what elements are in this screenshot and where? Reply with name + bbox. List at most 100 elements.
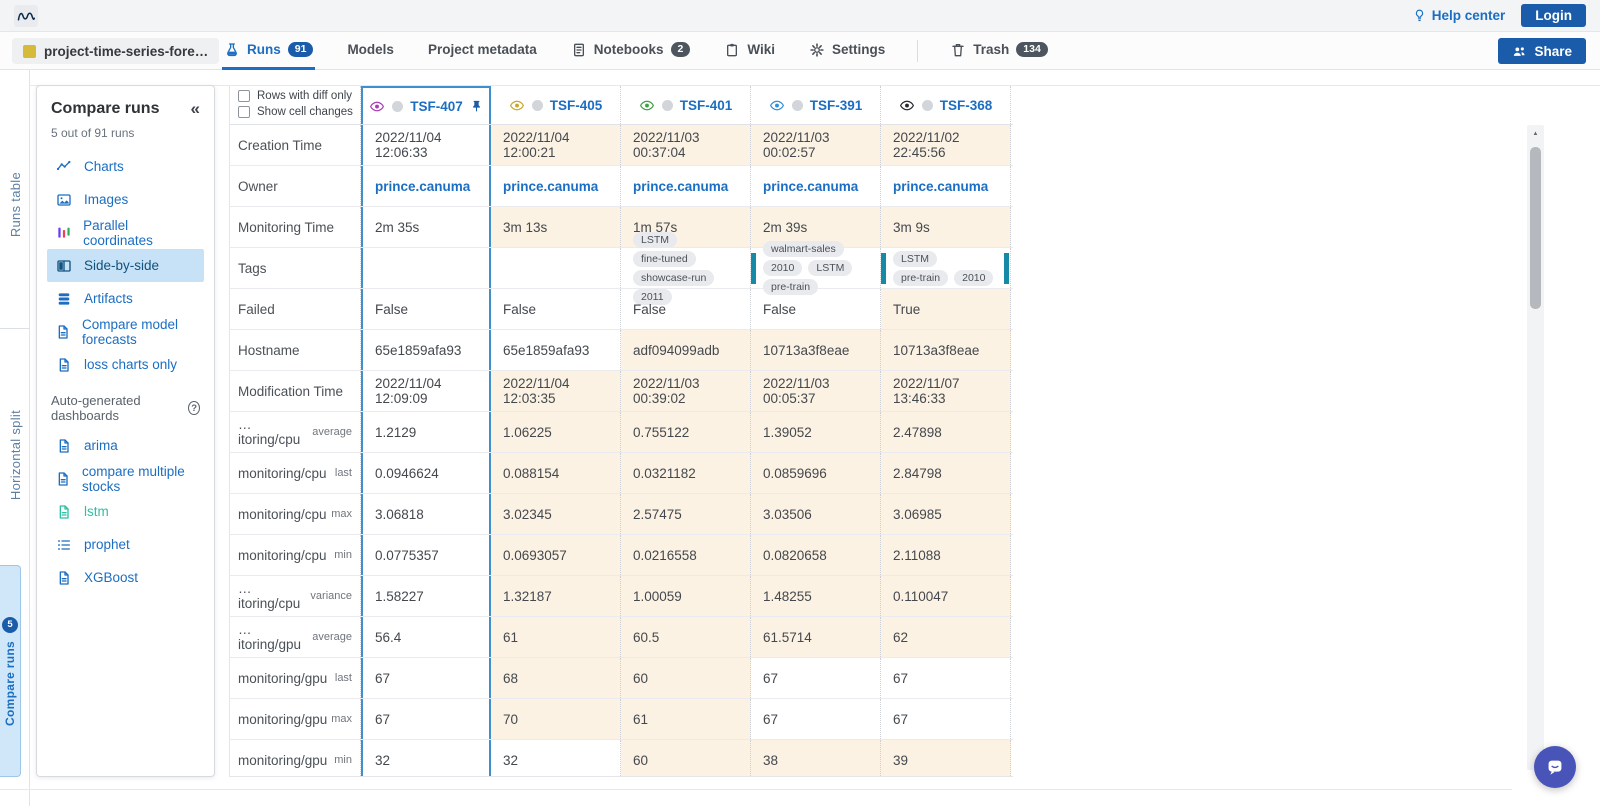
- tab-notebooks[interactable]: Notebooks 2: [569, 32, 693, 70]
- run-column-header-tsf-405: TSF-405: [491, 86, 621, 124]
- view-item-images[interactable]: Images: [47, 183, 204, 216]
- login-button[interactable]: Login: [1521, 4, 1586, 27]
- cell-value: 0.0946624: [375, 465, 439, 481]
- eye-visibility-icon[interactable]: [769, 98, 785, 113]
- tag-chip[interactable]: walmart-sales: [763, 241, 844, 257]
- row-label: …itoring/gpu: [238, 622, 302, 652]
- tag-overflow-scrollbar[interactable]: [881, 253, 886, 284]
- rows-with-diff-checkbox[interactable]: [238, 90, 250, 102]
- item-label: Compare model forecasts: [82, 316, 179, 347]
- value-cell-tsf-401: 0.0321182: [621, 453, 751, 493]
- pin-icon[interactable]: [470, 99, 483, 113]
- dashboard-item-compare-multiple-stocks[interactable]: compare multiple stocks: [47, 462, 204, 495]
- value-cell-tsf-368: 67: [881, 699, 1011, 739]
- chat-launcher-button[interactable]: [1534, 746, 1576, 788]
- cell-value: 1.06225: [503, 424, 552, 440]
- row-label: Modification Time: [238, 383, 344, 399]
- tab-label: Trash: [973, 42, 1010, 57]
- tab-label: Project metadata: [427, 42, 537, 57]
- eye-visibility-icon[interactable]: [899, 98, 915, 113]
- owner-link[interactable]: prince.canuma: [633, 179, 728, 194]
- tag-chip[interactable]: LSTM: [808, 260, 853, 276]
- tag-chip[interactable]: fine-tuned: [633, 250, 696, 267]
- tag-chip[interactable]: 2010: [763, 260, 803, 276]
- cell-value: 10713a3f8eae: [893, 342, 980, 358]
- value-cell-tsf-368: prince.canuma: [881, 166, 1011, 206]
- tab-settings[interactable]: Settings: [807, 32, 887, 70]
- people-icon: [1512, 45, 1527, 58]
- owner-link[interactable]: prince.canuma: [503, 179, 598, 194]
- table-row--itoring-cpu: …itoring/cpu average 1.2129 1.06225 0.755122…: [230, 412, 1013, 453]
- share-button[interactable]: Share: [1498, 38, 1586, 64]
- doc-icon: [55, 324, 71, 340]
- view-item-artifacts[interactable]: Artifacts: [47, 282, 204, 315]
- cell-value: 0.0321182: [633, 465, 696, 481]
- view-item-side-by-side[interactable]: Side-by-side: [47, 249, 204, 282]
- run-id-link[interactable]: TSF-407: [410, 99, 463, 114]
- tab-models[interactable]: Models: [345, 32, 396, 70]
- help-question-icon[interactable]: ?: [188, 401, 200, 415]
- value-cell-tsf-407: 67: [361, 699, 491, 739]
- tab-wiki[interactable]: Wiki: [722, 32, 777, 70]
- row-label: monitoring/gpu: [238, 670, 328, 686]
- eye-visibility-icon[interactable]: [509, 98, 525, 113]
- collapse-panel-icon[interactable]: «: [191, 99, 200, 119]
- view-item-charts[interactable]: Charts: [47, 150, 204, 183]
- cell-value: 2022/11/03 00:05:37: [763, 376, 830, 406]
- owner-link[interactable]: prince.canuma: [763, 179, 858, 194]
- run-status-dot: [531, 99, 543, 111]
- tab-runs[interactable]: Runs 91: [222, 32, 316, 70]
- run-id-link[interactable]: TSF-368: [940, 98, 993, 113]
- dashboard-item-prophet[interactable]: prophet: [47, 528, 204, 561]
- view-item-compare-model-forecasts[interactable]: Compare model forecasts: [47, 315, 204, 348]
- rows-with-diff-label: Rows with diff only: [257, 90, 353, 102]
- value-cell-tsf-368: 39: [881, 740, 1011, 776]
- value-cell-tsf-407: 2022/11/04 12:06:33: [361, 125, 491, 165]
- dashboard-item-arima[interactable]: arima: [47, 429, 204, 462]
- cell-value: 2022/11/04 12:03:35: [503, 376, 570, 406]
- tag-chip[interactable]: 2010: [954, 269, 994, 286]
- table-row--itoring-gpu: …itoring/gpu average 56.4 61 60.5 61.5714 62: [230, 617, 1013, 658]
- vertical-scrollbar[interactable]: ▲: [1527, 125, 1544, 770]
- value-cell-tsf-368: 2.11088: [881, 535, 1011, 575]
- value-cell-tsf-368: LSTM pre-train 2010: [881, 248, 1011, 288]
- value-cell-tsf-407: 32: [361, 740, 491, 776]
- tab-trash[interactable]: Trash 134: [948, 32, 1050, 70]
- run-id-link[interactable]: TSF-405: [550, 98, 603, 113]
- view-item-parallel-coordinates[interactable]: Parallel coordinates: [47, 216, 204, 249]
- owner-link[interactable]: prince.canuma: [893, 179, 988, 194]
- tab-divider: [917, 40, 919, 62]
- tag-chip[interactable]: pre-train: [893, 269, 949, 286]
- tab-project-metadata[interactable]: Project metadata: [426, 32, 539, 70]
- tag-chip[interactable]: showcase-run: [633, 269, 715, 286]
- cell-value: 70: [503, 711, 519, 727]
- owner-link[interactable]: prince.canuma: [375, 179, 470, 194]
- rail-tab-horizontal-split[interactable]: Horizontal split: [0, 370, 30, 540]
- view-item-loss-charts-only[interactable]: loss charts only: [47, 348, 204, 381]
- chat-icon: [1544, 756, 1566, 778]
- run-id-link[interactable]: TSF-391: [810, 98, 863, 113]
- tag-chip[interactable]: LSTM: [893, 250, 938, 267]
- neptune-logo[interactable]: [14, 4, 38, 27]
- eye-visibility-icon[interactable]: [369, 99, 385, 114]
- tag-overflow-scrollbar[interactable]: [1004, 253, 1009, 284]
- dashboard-item-lstm[interactable]: lstm: [47, 495, 204, 528]
- value-cell-tsf-391: 2022/11/03 00:02:57: [751, 125, 881, 165]
- value-cell-tsf-405: 1.06225: [491, 412, 621, 452]
- tag-chip[interactable]: LSTM: [633, 231, 678, 248]
- rail-tab-compare-runs[interactable]: 5 Compare runs: [0, 565, 21, 777]
- panel-title: Compare runs: [51, 100, 160, 117]
- scrollbar-thumb[interactable]: [1530, 147, 1541, 309]
- rail-tab-runs-table[interactable]: Runs table: [0, 130, 30, 280]
- scroll-up-arrow[interactable]: ▲: [1527, 127, 1544, 141]
- row-label-cell: …itoring/cpu variance: [230, 576, 361, 616]
- eye-visibility-icon[interactable]: [639, 98, 655, 113]
- help-center-link[interactable]: Help center: [1412, 8, 1505, 23]
- show-cell-changes-checkbox[interactable]: [238, 106, 250, 118]
- run-id-link[interactable]: TSF-401: [680, 98, 733, 113]
- tag-overflow-scrollbar[interactable]: [751, 253, 756, 284]
- project-selector[interactable]: project-time-series-fore…: [12, 38, 220, 64]
- dashboard-item-xgboost[interactable]: XGBoost: [47, 561, 204, 594]
- rail-divider: [0, 328, 30, 329]
- aggregation-label: min: [334, 549, 352, 561]
